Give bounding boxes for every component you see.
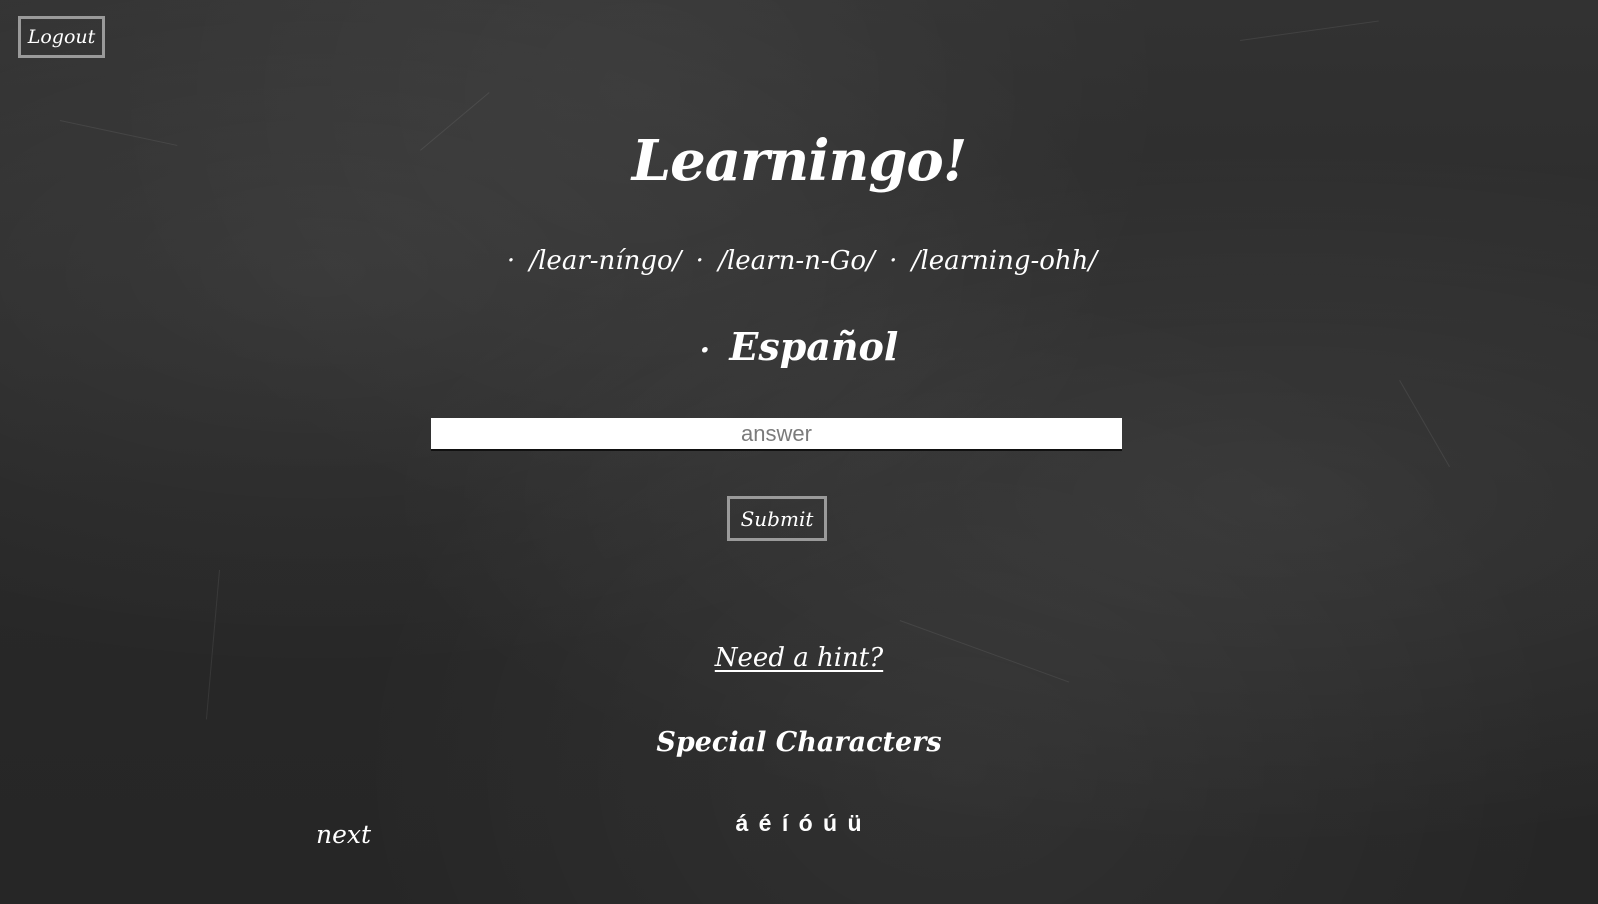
submit-button[interactable]: Submit bbox=[727, 496, 827, 541]
chalk-scratch bbox=[1399, 380, 1450, 468]
pronunciation-row: · /lear-níngo/ · /learn-n-Go/ · /learnin… bbox=[0, 246, 1598, 276]
page-title: Learningo! bbox=[631, 128, 968, 194]
hint-link[interactable]: Need a hint? bbox=[715, 643, 883, 673]
logout-button[interactable]: Logout bbox=[18, 16, 105, 58]
separator: · bbox=[506, 246, 516, 276]
char-e-acute-button[interactable]: é bbox=[759, 810, 773, 836]
next-link[interactable]: next bbox=[316, 820, 371, 849]
special-characters-title: Special Characters bbox=[656, 727, 942, 758]
answer-input[interactable] bbox=[431, 418, 1122, 451]
char-a-acute-button[interactable]: á bbox=[735, 810, 749, 836]
hint-link-row: Need a hint? bbox=[0, 643, 1598, 673]
special-characters-row: á é í ó ú ü bbox=[0, 810, 1598, 837]
language-label-row: · Español bbox=[0, 324, 1598, 369]
language-name: Español bbox=[729, 324, 899, 369]
separator: · bbox=[695, 246, 704, 276]
char-u-acute-button[interactable]: ú bbox=[823, 810, 838, 836]
pronunciation-2: /learn-n-Go/ bbox=[718, 246, 875, 276]
separator: · bbox=[889, 246, 898, 276]
char-u-umlaut-button[interactable]: ü bbox=[848, 810, 863, 836]
char-i-acute-button[interactable]: í bbox=[782, 810, 789, 836]
chalk-scratch bbox=[1240, 20, 1379, 41]
char-o-acute-button[interactable]: ó bbox=[799, 810, 814, 836]
pronunciation-3: /learning-ohh/ bbox=[911, 246, 1098, 276]
pronunciation-1: /lear-níngo/ bbox=[529, 246, 682, 276]
language-bullet: · bbox=[699, 333, 711, 368]
